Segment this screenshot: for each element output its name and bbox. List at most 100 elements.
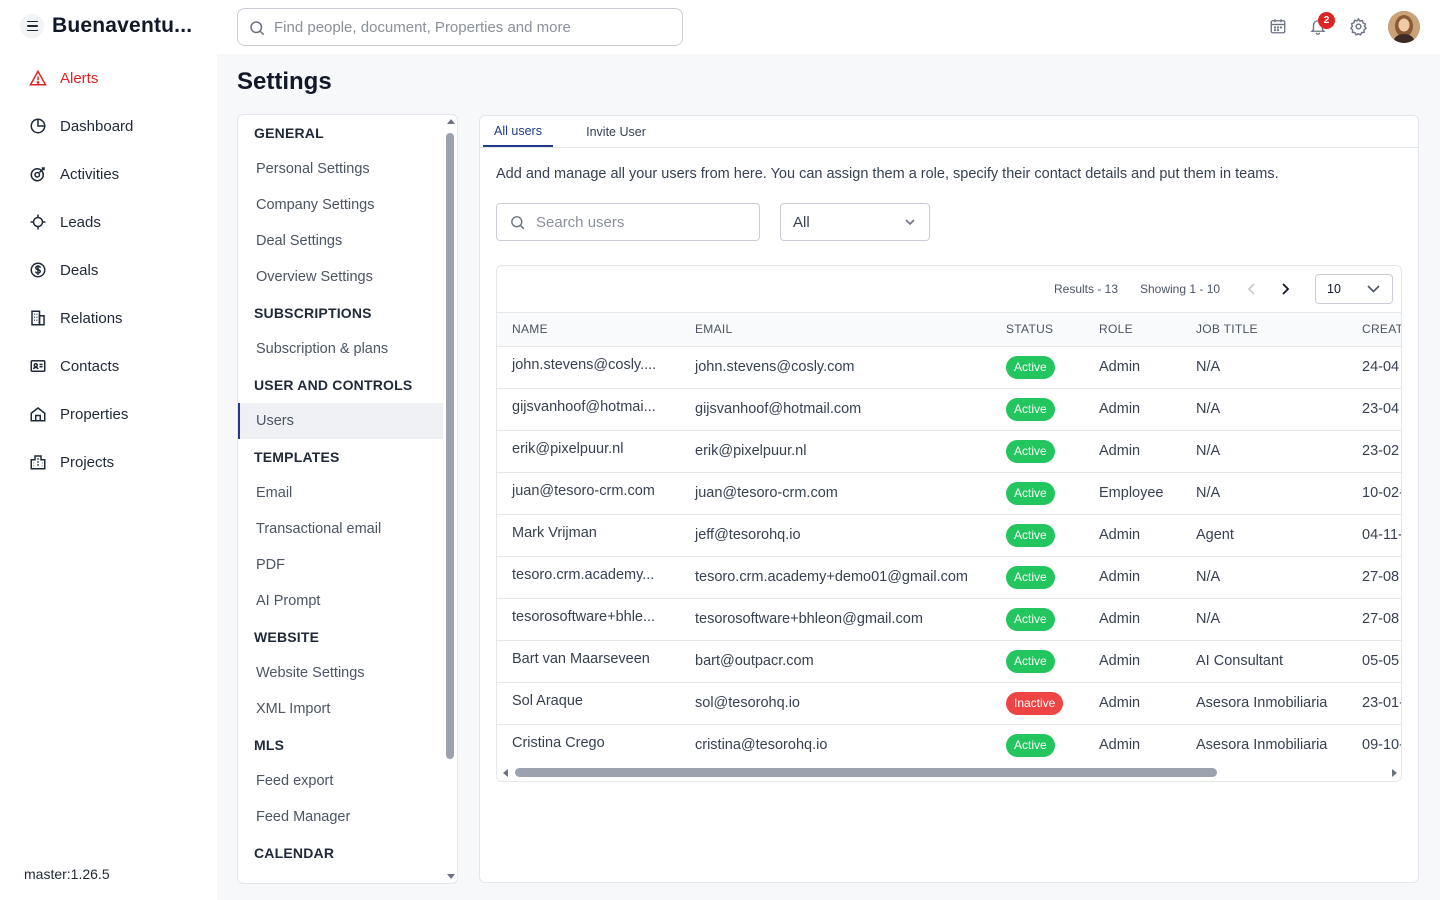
sidebar-item-contacts[interactable]: Contacts (20, 348, 200, 384)
scroll-right-icon[interactable] (1392, 769, 1397, 777)
settings-item-ai-prompt[interactable]: AI Prompt (238, 583, 443, 619)
global-search[interactable] (237, 8, 683, 46)
status-filter-select[interactable]: All (780, 203, 930, 241)
settings-item-company[interactable]: Company Settings (238, 187, 443, 223)
column-header-name[interactable]: NAME (497, 313, 680, 347)
calendar-icon[interactable] (1267, 15, 1289, 37)
page-title: Settings (237, 68, 332, 95)
scroll-left-icon[interactable] (503, 769, 508, 777)
pie-chart-icon (28, 116, 48, 136)
table-horizontal-scrollbar[interactable] (497, 766, 1401, 780)
table-row[interactable]: gijsvanhoof@hotmai... gijsvanhoof@hotmail… (497, 388, 1401, 431)
cell-created: 23-01- (1347, 682, 1401, 725)
cell-status: Active (991, 388, 1084, 431)
table-row[interactable]: tesorosoftware+bhle... tesorosoftware+bhl… (497, 598, 1401, 641)
cell-job-title: Asesora Inmobiliaria (1181, 724, 1347, 767)
column-header-role[interactable]: ROLE (1084, 313, 1181, 347)
column-header-status[interactable]: STATUS (991, 313, 1084, 347)
chevron-left-icon[interactable] (1245, 280, 1259, 298)
scroll-up-icon[interactable] (447, 119, 455, 124)
status-badge: Active (1006, 439, 1055, 463)
search-icon (250, 21, 265, 36)
settings-item-personal[interactable]: Personal Settings (238, 151, 443, 187)
sidebar-item-deals[interactable]: Deals (20, 252, 200, 288)
settings-item-email[interactable]: Email (238, 475, 443, 511)
table-header-row: NAME EMAIL STATUS ROLE JOB TITLE CREATED (497, 313, 1401, 347)
tab-bar: All users Invite User (480, 116, 1418, 148)
cell-email: john.stevens@cosly.com (680, 346, 991, 389)
results-count: Results - 13 (1054, 282, 1119, 296)
settings-item-feed-manager[interactable]: Feed Manager (238, 799, 443, 835)
tab-all-users[interactable]: All users (483, 116, 553, 147)
user-avatar[interactable] (1388, 11, 1420, 43)
table-row[interactable]: Sol Araque sol@tesorohq.io Inactive Admin As… (497, 682, 1401, 725)
contact-card-icon (28, 356, 48, 376)
scrollbar-thumb[interactable] (515, 768, 1217, 777)
activity-icon (28, 164, 48, 184)
cell-created: 10-02- (1347, 472, 1401, 515)
status-badge: Active (1006, 565, 1055, 589)
settings-item-xml-import[interactable]: XML Import (238, 691, 443, 727)
gear-icon[interactable] (1347, 15, 1369, 37)
table-row[interactable]: Bart van Maarseveen bart@outpacr.com Activ… (497, 640, 1401, 683)
cell-name: Sol Araque (497, 682, 680, 725)
cell-role: Admin (1084, 598, 1181, 641)
search-users[interactable] (496, 203, 760, 241)
settings-item-users[interactable]: Users (238, 403, 443, 439)
global-search-input[interactable] (274, 18, 674, 36)
table-row[interactable]: Mark Vrijman jeff@tesorohq.io Active Admin A… (497, 514, 1401, 557)
table-row[interactable]: Cristina Crego cristina@tesorohq.io Active… (497, 724, 1401, 767)
column-header-job-title[interactable]: JOB TITLE (1181, 313, 1347, 347)
settings-item-overview[interactable]: Overview Settings (238, 259, 443, 295)
chevron-right-icon[interactable] (1278, 280, 1292, 298)
cell-job-title: Agent (1181, 514, 1347, 557)
tab-invite-user[interactable]: Invite User (576, 116, 656, 147)
cell-name: tesorosoftware+bhle... (497, 598, 680, 641)
sidebar-item-properties[interactable]: Properties (20, 396, 200, 432)
sidebar-item-label: Leads (60, 213, 101, 231)
cell-name: Cristina Crego (497, 724, 680, 767)
cell-name: Bart van Maarseveen (497, 640, 680, 683)
settings-item-website[interactable]: Website Settings (238, 655, 443, 691)
table-row[interactable]: john.stevens@cosly.... john.stevens@cosly… (497, 346, 1401, 389)
settings-item-subscription[interactable]: Subscription & plans (238, 331, 443, 367)
scrollbar-thumb[interactable] (446, 133, 454, 759)
cell-name: tesoro.crm.academy... (497, 556, 680, 599)
cell-job-title: N/A (1181, 598, 1347, 641)
sidebar-item-alerts[interactable]: Alerts (20, 60, 200, 96)
search-users-input[interactable] (536, 213, 746, 231)
cell-email: tesorosoftware+bhleon@gmail.com (680, 598, 991, 641)
column-header-email[interactable]: EMAIL (680, 313, 991, 347)
table-row[interactable]: tesoro.crm.academy... tesoro.crm.academy+… (497, 556, 1401, 599)
sidebar-item-label: Projects (60, 453, 115, 471)
settings-item-pdf[interactable]: PDF (238, 547, 443, 583)
sidebar-item-activities[interactable]: Activities (20, 156, 200, 192)
cell-role: Admin (1084, 640, 1181, 683)
table-row[interactable]: erik@pixelpuur.nl erik@pixelpuur.nl Active… (497, 430, 1401, 473)
status-filter-value: All (793, 213, 810, 231)
page-size-select[interactable]: 10 (1315, 274, 1393, 304)
cell-job-title: N/A (1181, 430, 1347, 473)
settings-scrollbar[interactable] (444, 115, 457, 883)
status-badge: Active (1006, 523, 1055, 547)
sidebar-item-relations[interactable]: Relations (20, 300, 200, 336)
cell-status: Active (991, 598, 1084, 641)
cell-role: Admin (1084, 682, 1181, 725)
cell-role: Admin (1084, 556, 1181, 599)
home-icon (28, 404, 48, 424)
settings-item-deal[interactable]: Deal Settings (238, 223, 443, 259)
sidebar-item-projects[interactable]: Projects (20, 444, 200, 480)
main-content: Settings GENERAL Personal Settings Compa… (217, 54, 1440, 900)
settings-nav-list: GENERAL Personal Settings Company Settin… (238, 115, 443, 883)
cell-job-title: AI Consultant (1181, 640, 1347, 683)
table-row[interactable]: juan@tesoro-crm.com juan@tesoro-crm.com Ac… (497, 472, 1401, 515)
settings-item-feed-export[interactable]: Feed export (238, 763, 443, 799)
sidebar-item-dashboard[interactable]: Dashboard (20, 108, 200, 144)
status-badge: Active (1006, 649, 1055, 673)
sidebar-item-leads[interactable]: Leads (20, 204, 200, 240)
column-header-created[interactable]: CREATED (1347, 313, 1401, 347)
settings-item-transactional-email[interactable]: Transactional email (238, 511, 443, 547)
scroll-down-icon[interactable] (447, 874, 455, 879)
menu-toggle-icon[interactable] (20, 14, 44, 38)
city-icon (28, 452, 48, 472)
